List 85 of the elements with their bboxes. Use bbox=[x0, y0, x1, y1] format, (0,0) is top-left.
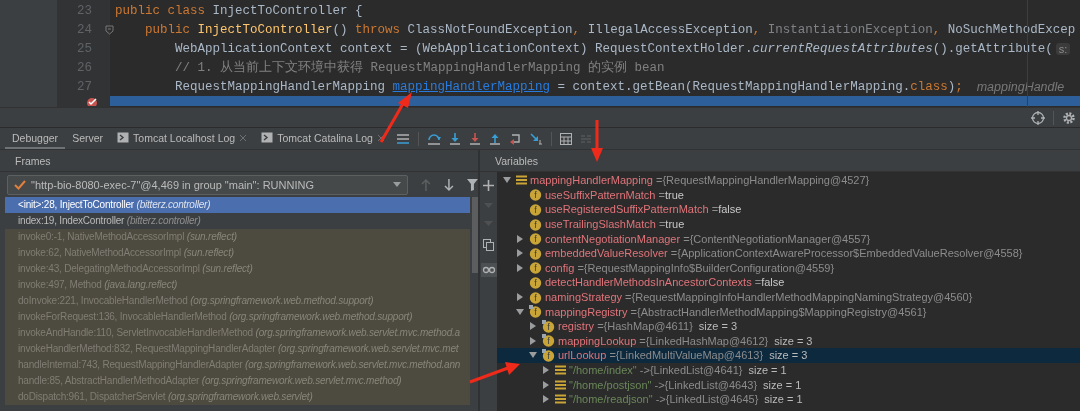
stack-icon bbox=[555, 379, 566, 390]
inline-value-hint: mappingHandle bbox=[976, 79, 1065, 94]
down-arrow-icon[interactable] bbox=[468, 132, 481, 145]
close-icon[interactable] bbox=[376, 133, 385, 142]
thread-dropdown[interactable]: "http-bio-8080-exec-7"@4,469 in group "main": RUNNING bbox=[7, 174, 409, 195]
tree-item[interactable]: f useSuffixPatternMatch =true bbox=[497, 187, 1080, 203]
field-icon: f bbox=[529, 275, 542, 289]
curved-arrow-icon[interactable] bbox=[426, 132, 441, 145]
tree-item[interactable]: f contentNegotiationManager ={ContentNegotiationManager@4557} bbox=[497, 231, 1080, 246]
triangle-icon[interactable] bbox=[529, 351, 537, 360]
up-arrow-icon[interactable] bbox=[488, 132, 501, 145]
parameter-hint: s: bbox=[1055, 42, 1071, 55]
field-icon: f bbox=[529, 188, 542, 202]
field-icon: f bbox=[542, 348, 555, 362]
field-icon: f bbox=[542, 334, 555, 348]
triangle-icon[interactable] bbox=[503, 176, 511, 185]
field-icon: f bbox=[529, 203, 542, 216]
tree-item[interactable]: "/home/readjson" ->{LinkedList@4645} size = 1 bbox=[497, 391, 1080, 407]
triangle-icon[interactable] bbox=[529, 322, 537, 331]
check-icon bbox=[14, 179, 26, 190]
tree-item[interactable]: f useRegisteredSuffixPatternMatch =false bbox=[497, 202, 1080, 217]
field-icon: f bbox=[529, 246, 542, 260]
tab[interactable]: Tomcat Localhost Log bbox=[110, 128, 255, 149]
triangle-icon[interactable] bbox=[542, 395, 550, 404]
triangle-icon[interactable] bbox=[542, 380, 550, 389]
settings-icon[interactable] bbox=[1062, 110, 1076, 125]
caret-icon bbox=[393, 182, 402, 187]
crosshair-icon[interactable] bbox=[1031, 110, 1045, 125]
tree-item[interactable]: f config ={RequestMappingInfo$BuilderConfiguration@4559} bbox=[497, 260, 1080, 276]
triangle-icon[interactable] bbox=[516, 249, 524, 258]
tree-item[interactable]: mappingHandlerMapping ={RequestMappingHandlerMapping@4527} bbox=[497, 173, 1080, 188]
field-icon: f bbox=[529, 261, 542, 275]
annotation-arrow bbox=[379, 92, 412, 143]
tree-item[interactable]: "/home/postjson" ->{LinkedList@4643} size = 1 bbox=[497, 377, 1080, 392]
annotation-arrow bbox=[591, 120, 603, 162]
tree-item[interactable]: f mappingRegistry ={AbstractHandlerMethodMapping$MappingRegistry@4561} bbox=[497, 304, 1080, 319]
annotation-arrow bbox=[469, 362, 520, 384]
tree-item[interactable]: f embeddedValueResolver ={ApplicationContextAwareProcessor$EmbeddedValueResolver@4558} bbox=[497, 245, 1080, 261]
triangle-icon[interactable] bbox=[516, 263, 524, 272]
stack-icon bbox=[555, 394, 566, 405]
tab[interactable]: Tomcat Catalina Log bbox=[254, 128, 392, 149]
tree-item[interactable]: f useTrailingSlashMatch =true bbox=[497, 216, 1080, 232]
lines-icon[interactable] bbox=[395, 132, 410, 145]
copy-icon[interactable] bbox=[483, 239, 494, 251]
cursor-arrow-icon[interactable] bbox=[529, 132, 543, 145]
tree-item[interactable]: f detectHandlerMethodsInAncestorContexts =false bbox=[497, 275, 1080, 290]
triangle-icon[interactable] bbox=[516, 234, 524, 243]
tree-item[interactable]: "/home/index" ->{LinkedList@4641} size = 1 bbox=[497, 362, 1080, 378]
grid-icon[interactable] bbox=[559, 132, 572, 145]
tree-item[interactable]: f registry ={HashMap@4611} size = 3 bbox=[497, 318, 1080, 334]
code-line: WebApplicationContext context = (WebApplicationContext) RequestContextHolder.currentRequestAttributes().getAttribute( bbox=[174, 41, 1053, 56]
panel-title: Frames bbox=[15, 154, 51, 167]
code-line: public class InjectToController { bbox=[115, 3, 363, 18]
plus-icon[interactable] bbox=[483, 180, 494, 191]
code-link[interactable]: mappingHandlerMapping bbox=[392, 79, 551, 94]
field-icon: f bbox=[529, 232, 542, 246]
tab[interactable]: Server bbox=[65, 128, 111, 149]
field-icon: f bbox=[529, 217, 542, 231]
panel-title: Variables bbox=[495, 154, 538, 167]
triangle-icon[interactable] bbox=[516, 293, 524, 302]
frame-item[interactable]: <init>:28, InjectToController (bitterz.controller) bbox=[5, 197, 470, 213]
return-arrow-icon[interactable] bbox=[508, 132, 522, 145]
code-line: // 1. 从当前上下文环境中获得 RequestMappingHandlerMapping 的实例 bean bbox=[174, 59, 665, 76]
code-line: RequestMappingHandlerMapping mappingHandlerMapping = context.getBean(RequestMappingHandlerMapping.class); bbox=[174, 79, 963, 94]
console-icon bbox=[261, 132, 274, 143]
fold-icon[interactable] bbox=[105, 24, 114, 35]
frame-item[interactable]: index:19, IndexController (bitterz.controller) bbox=[5, 213, 470, 229]
tree-item[interactable]: f namingStrategy ={RequestMappingInfoHandlerMethodMappingNamingStrategy@4560} bbox=[497, 289, 1080, 305]
down-arrow-icon[interactable] bbox=[444, 178, 455, 191]
breakpoint-icon[interactable] bbox=[86, 97, 98, 106]
triangle-icon[interactable] bbox=[529, 336, 537, 345]
stack-icon bbox=[555, 365, 566, 375]
field-icon: f bbox=[529, 305, 542, 319]
field-icon: f bbox=[529, 290, 542, 304]
tree-item[interactable]: f mappingLookup ={LinkedHashMap@4612} size = 3 bbox=[497, 333, 1080, 349]
code-line: public InjectToController() throws ClassNotFoundException, IllegalAccessException, InstantiationException, NoSuchMethodExcep bbox=[144, 22, 1076, 37]
console-icon bbox=[117, 132, 130, 143]
filter-icon[interactable] bbox=[467, 178, 478, 191]
triangle-icon[interactable] bbox=[516, 307, 524, 316]
glasses-icon[interactable] bbox=[480, 263, 497, 277]
triangle-icon[interactable] bbox=[542, 366, 550, 374]
field-icon: f bbox=[542, 319, 555, 333]
stack-icon bbox=[516, 175, 527, 186]
down-arrow-icon[interactable] bbox=[448, 132, 461, 145]
tree-item[interactable]: f urlLookup ={LinkedMultiValueMap@4613} size = 3 bbox=[497, 348, 1080, 363]
